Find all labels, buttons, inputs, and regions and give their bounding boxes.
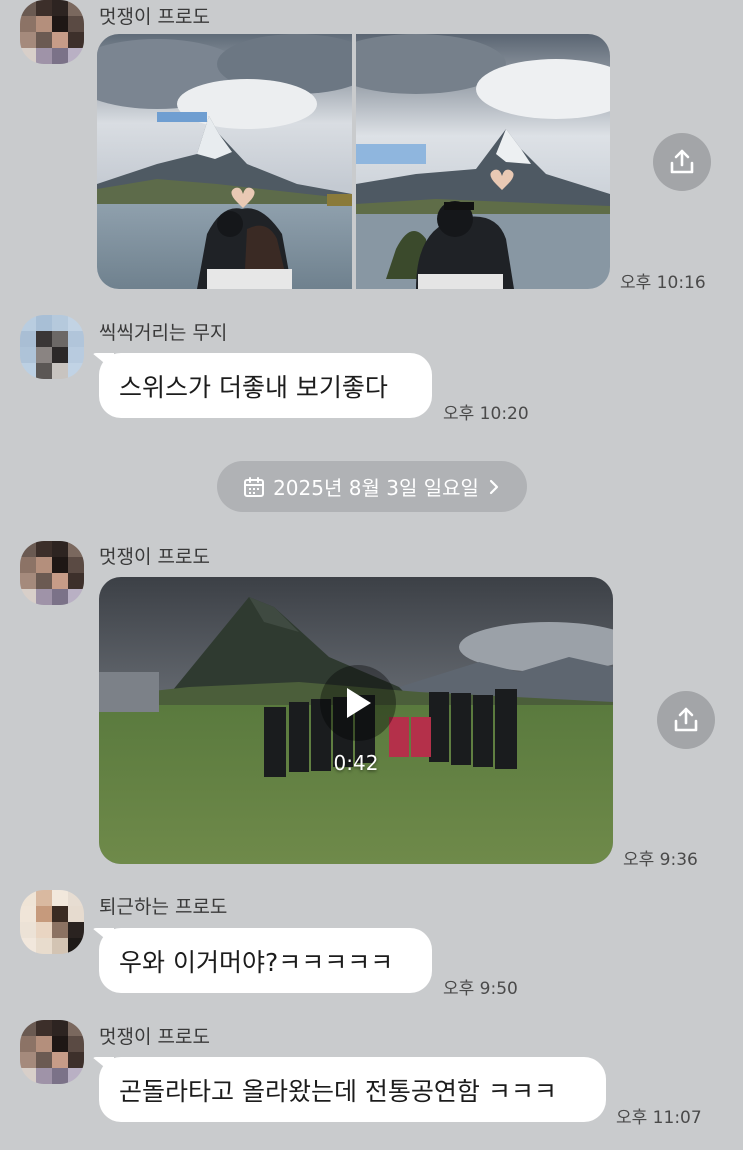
date-divider[interactable]: 2025년 8월 3일 일요일: [217, 461, 527, 512]
message-timestamp: 오후 11:07: [616, 1108, 702, 1128]
message-timestamp: 오후 9:50: [443, 979, 518, 999]
video-thumbnail[interactable]: 0:42: [99, 577, 613, 864]
calendar-icon: [244, 476, 265, 497]
message-bubble[interactable]: 스위스가 더좋내 보기좋다: [99, 353, 432, 418]
sender-name: 퇴근하는 프로도: [99, 896, 228, 918]
photo-thumbnail[interactable]: [97, 34, 352, 289]
sender-name: 멋쟁이 프로도: [99, 546, 210, 568]
share-button[interactable]: [653, 133, 711, 191]
avatar[interactable]: [20, 541, 84, 605]
avatar[interactable]: [20, 1020, 84, 1084]
message-timestamp: 오후 9:36: [623, 850, 698, 870]
date-divider-label: 2025년 8월 3일 일요일: [273, 476, 479, 500]
matterhorn-single-heart-photo: [356, 34, 610, 289]
sender-name: 멋쟁이 프로도: [99, 6, 210, 28]
avatar[interactable]: [20, 890, 84, 954]
matterhorn-couple-heart-photo: [97, 34, 352, 289]
avatar[interactable]: [20, 0, 84, 64]
play-icon: [347, 688, 371, 718]
message-bubble[interactable]: 곤돌라타고 올라왔는데 전통공연함 ㅋㅋㅋ: [99, 1057, 606, 1122]
share-icon: [674, 707, 698, 732]
message-timestamp: 오후 10:16: [620, 273, 706, 293]
avatar[interactable]: [20, 315, 84, 379]
sender-name: 멋쟁이 프로도: [99, 1026, 210, 1048]
play-button[interactable]: [320, 665, 396, 741]
message-bubble[interactable]: 우와 이거머야?ㅋㅋㅋㅋㅋ: [99, 928, 432, 993]
video-duration: 0:42: [333, 751, 379, 775]
share-icon: [670, 149, 694, 174]
sender-name: 씩씩거리는 무지: [99, 322, 228, 344]
message-timestamp: 오후 10:20: [443, 404, 529, 424]
photo-thumbnail[interactable]: [356, 34, 610, 289]
share-button[interactable]: [657, 691, 715, 749]
chevron-right-icon: [489, 479, 499, 494]
